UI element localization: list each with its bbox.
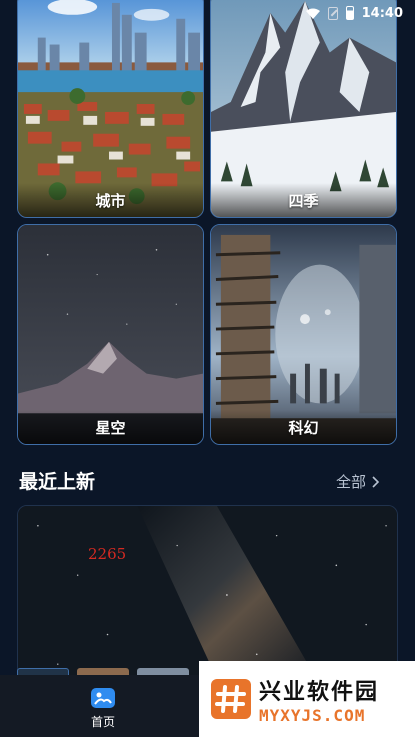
category-label: 科幻 (211, 410, 396, 444)
watermark-url: MYXYJS.COM (259, 705, 366, 725)
nav-home[interactable]: 首页 (80, 687, 126, 730)
category-label: 城市 (18, 183, 203, 217)
watermark-banner: 兴业软件园 MYXYJS.COM (199, 661, 415, 737)
gallery-icon (91, 688, 115, 708)
milky-way-image (18, 506, 397, 679)
section-title: 最近上新 (19, 471, 96, 493)
category-card-seasons[interactable]: 四季 (210, 0, 397, 218)
site-logo-icon (211, 679, 251, 719)
wifi-icon (305, 8, 320, 19)
category-card-scifi[interactable]: 科幻 (210, 224, 397, 445)
category-card-starry-sky[interactable]: 星空 (17, 224, 204, 445)
watermark-title: 兴业软件园 (259, 679, 380, 705)
watermark-text: 兴业软件园 MYXYJS.COM (259, 674, 379, 725)
category-label: 四季 (211, 183, 396, 217)
featured-wallpaper[interactable]: 2265 (17, 505, 398, 680)
category-card-city[interactable]: 城市 (17, 0, 204, 218)
category-label: 星空 (18, 410, 203, 444)
battery-icon (345, 6, 354, 20)
overlay-number: 2265 (88, 545, 127, 563)
view-all-link[interactable]: 全部 (336, 471, 380, 492)
status-bar: 14:40 (275, 0, 415, 26)
status-time: 14:40 (361, 5, 403, 21)
view-all-label: 全部 (335, 473, 366, 491)
no-sim-icon (327, 6, 338, 20)
nav-home-label: 首页 (90, 715, 115, 729)
chevron-right-icon (372, 475, 380, 488)
